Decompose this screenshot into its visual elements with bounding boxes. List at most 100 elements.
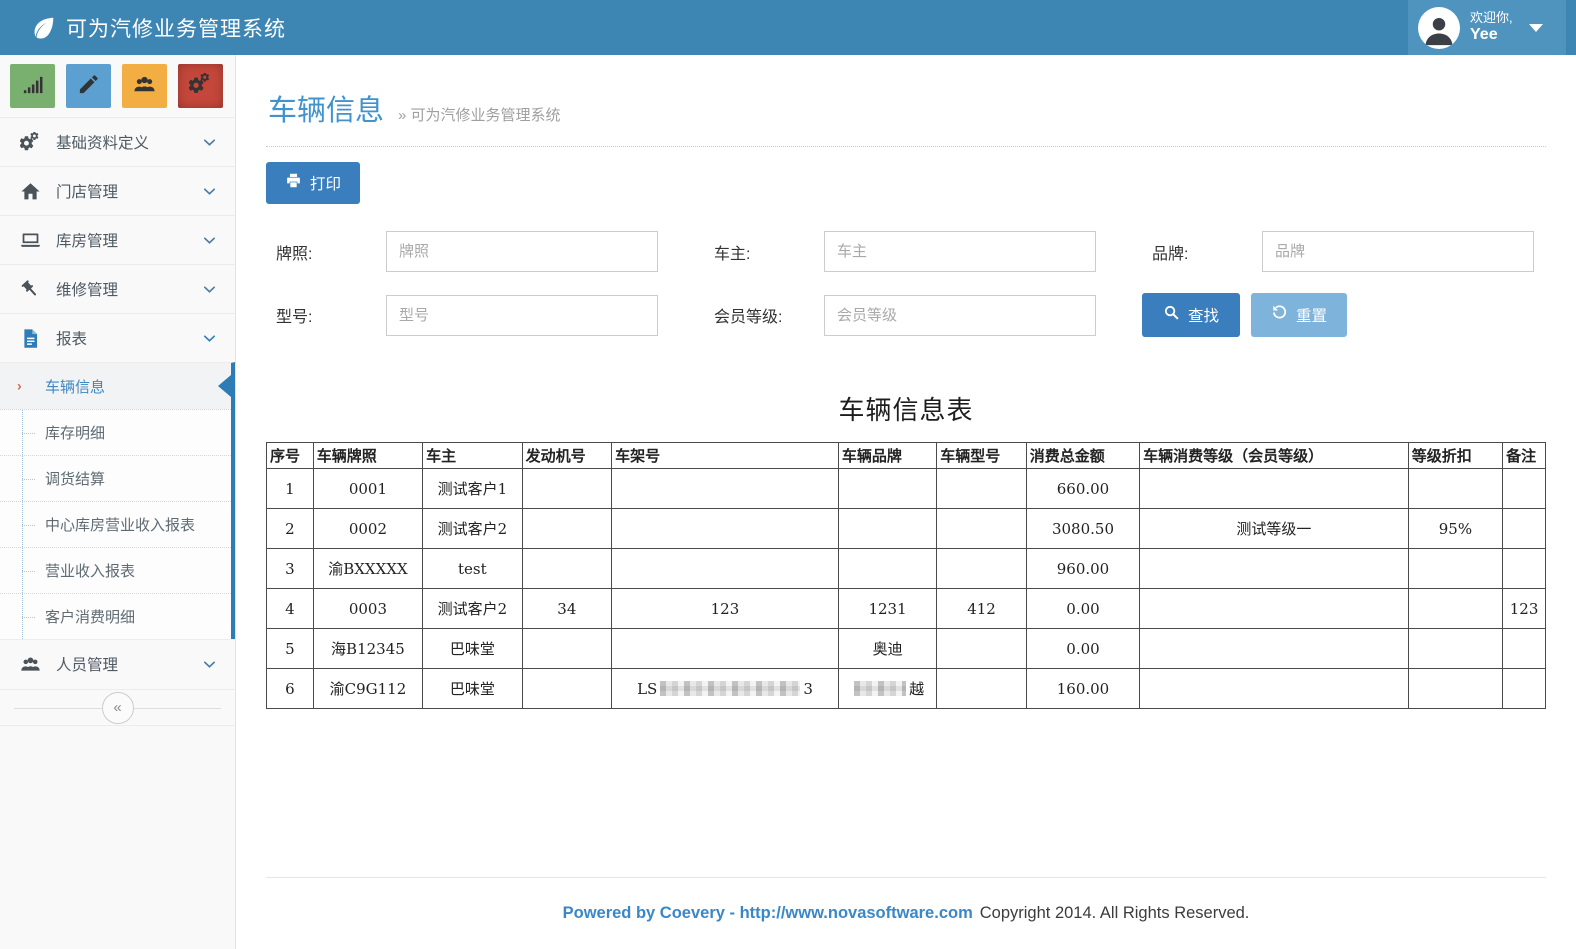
sidebar-menu: 基础资料定义门店管理库房管理维修管理报表›车辆信息库存明细调货结算中心库房营业收… [0, 117, 235, 688]
table-cell [612, 469, 839, 509]
table-cell: 越 [838, 669, 936, 709]
table-cell: 0003 [313, 589, 422, 629]
table-cell [1503, 509, 1546, 549]
search-button-label: 查找 [1188, 304, 1219, 326]
table-cell: 1 [267, 469, 314, 509]
table-row: 40003测试客户23412312314120.00123 [267, 589, 1546, 629]
sidebar-subitem-inventory-detail[interactable]: 库存明细 [0, 409, 231, 455]
print-button-label: 打印 [310, 172, 341, 194]
sidebar-subitem-central-warehouse-revenue-report[interactable]: 中心库房营业收入报表 [0, 501, 231, 547]
powered-by-link[interactable]: Powered by Coevery - http://www.novasoft… [563, 904, 973, 923]
leaf-logo-icon [30, 15, 56, 41]
table-cell [1140, 589, 1409, 629]
sidebar-subitem-transfer-settlement[interactable]: 调货结算 [0, 455, 231, 501]
table-cell: 巴味堂 [423, 629, 522, 669]
sidebar-item-staff-management[interactable]: 人员管理 [0, 639, 235, 688]
sidebar-item-label: 人员管理 [56, 653, 202, 675]
sidebar-subitem-label: 车辆信息 [45, 376, 105, 397]
pencil-icon [77, 73, 100, 100]
model-input[interactable] [386, 295, 658, 336]
head-separator [266, 146, 1546, 147]
users-tile-button[interactable] [122, 64, 167, 108]
sidebar-item-reports[interactable]: 报表 [0, 313, 235, 362]
submenu-dash [22, 571, 35, 572]
table-cell [937, 509, 1027, 549]
table-cell [1408, 589, 1502, 629]
brand: 可为汽修业务管理系统 [0, 13, 286, 43]
table-cell [522, 669, 612, 709]
column-header: 车辆消费等级（会员等级） [1140, 443, 1409, 469]
file-icon [20, 328, 41, 349]
license-plate-input[interactable] [386, 231, 658, 272]
settings-tile-button[interactable] [178, 64, 223, 108]
table-cell: 6 [267, 669, 314, 709]
table-cell [1408, 549, 1502, 589]
table-cell: 660.00 [1026, 469, 1139, 509]
report-section: 车辆信息表 序号车辆牌照车主发动机号车架号车辆品牌车辆型号消费总金额车辆消费等级… [266, 390, 1546, 709]
edit-tile-button[interactable] [66, 64, 111, 108]
table-cell [1140, 549, 1409, 589]
table-cell: 1231 [838, 589, 936, 629]
submenu-dash [22, 617, 35, 618]
sidebar-item-base-data-definition[interactable]: 基础资料定义 [0, 117, 235, 166]
welcome-label: 欢迎你, [1470, 11, 1513, 26]
table-row: 3渝BXXXXXtest960.00 [267, 549, 1546, 589]
submenu-dash [22, 433, 35, 434]
users-icon [20, 654, 41, 675]
sidebar-collapse-row: « [0, 689, 235, 726]
table-cell: 奥迪 [838, 629, 936, 669]
table-cell [1140, 629, 1409, 669]
owner-input[interactable] [824, 231, 1096, 272]
chevron-down-icon [202, 184, 217, 199]
page-footer: Powered by Coevery - http://www.novasoft… [266, 877, 1546, 949]
table-cell: 0001 [313, 469, 422, 509]
reset-button-label: 重置 [1296, 304, 1327, 326]
table-cell: LS3 [612, 669, 839, 709]
table-cell [1408, 469, 1502, 509]
form-field-model: 型号: [266, 293, 658, 337]
chevron-down-icon [202, 233, 217, 248]
table-cell: 测试客户1 [423, 469, 522, 509]
table-cell [522, 549, 612, 589]
stats-tile-button[interactable] [10, 64, 55, 108]
sidebar-item-store-management[interactable]: 门店管理 [0, 166, 235, 215]
table-cell [612, 549, 839, 589]
owner-label: 车主: [704, 240, 824, 264]
sidebar-subitem-customer-consumption-detail[interactable]: 客户消费明细 [0, 593, 231, 639]
table-cell: 160.00 [1026, 669, 1139, 709]
table-cell [522, 509, 612, 549]
sidebar-item-warehouse-management[interactable]: 库房管理 [0, 215, 235, 264]
table-cell [522, 469, 612, 509]
redacted-blur [854, 681, 906, 696]
sidebar-item-label: 库房管理 [56, 229, 202, 251]
table-cell [1140, 469, 1409, 509]
column-header: 车辆品牌 [838, 443, 936, 469]
chevron-down-icon [1529, 24, 1543, 32]
reset-button[interactable]: 重置 [1251, 293, 1347, 337]
print-button[interactable]: 打印 [266, 162, 360, 204]
sidebar-subitem-vehicle-info[interactable]: ›车辆信息 [0, 363, 231, 409]
sidebar: 基础资料定义门店管理库房管理维修管理报表›车辆信息库存明细调货结算中心库房营业收… [0, 55, 236, 949]
table-cell [612, 509, 839, 549]
search-button[interactable]: 查找 [1142, 293, 1240, 337]
table-cell: test [423, 549, 522, 589]
member-level-input[interactable] [824, 295, 1096, 336]
table-cell: 2 [267, 509, 314, 549]
column-header: 消费总金额 [1026, 443, 1139, 469]
app-header: 可为汽修业务管理系统 欢迎你, Yee [0, 0, 1576, 55]
sidebar-collapse-button[interactable]: « [102, 692, 134, 724]
brand-input[interactable] [1262, 231, 1534, 272]
breadcrumb: » 可为汽修业务管理系统 [398, 104, 561, 125]
table-cell [838, 509, 936, 549]
users-icon [133, 73, 156, 100]
table-cell: 3080.50 [1026, 509, 1139, 549]
user-menu[interactable]: 欢迎你, Yee [1408, 0, 1566, 55]
sidebar-subitem-revenue-report[interactable]: 营业收入报表 [0, 547, 231, 593]
table-cell: 测试客户2 [423, 509, 522, 549]
table-cell [1503, 549, 1546, 589]
table-cell: 0002 [313, 509, 422, 549]
table-cell [838, 549, 936, 589]
table-row: 6渝C9G112巴味堂LS3越160.00 [267, 669, 1546, 709]
sidebar-item-repair-management[interactable]: 维修管理 [0, 264, 235, 313]
member-level-label: 会员等级: [704, 303, 824, 327]
